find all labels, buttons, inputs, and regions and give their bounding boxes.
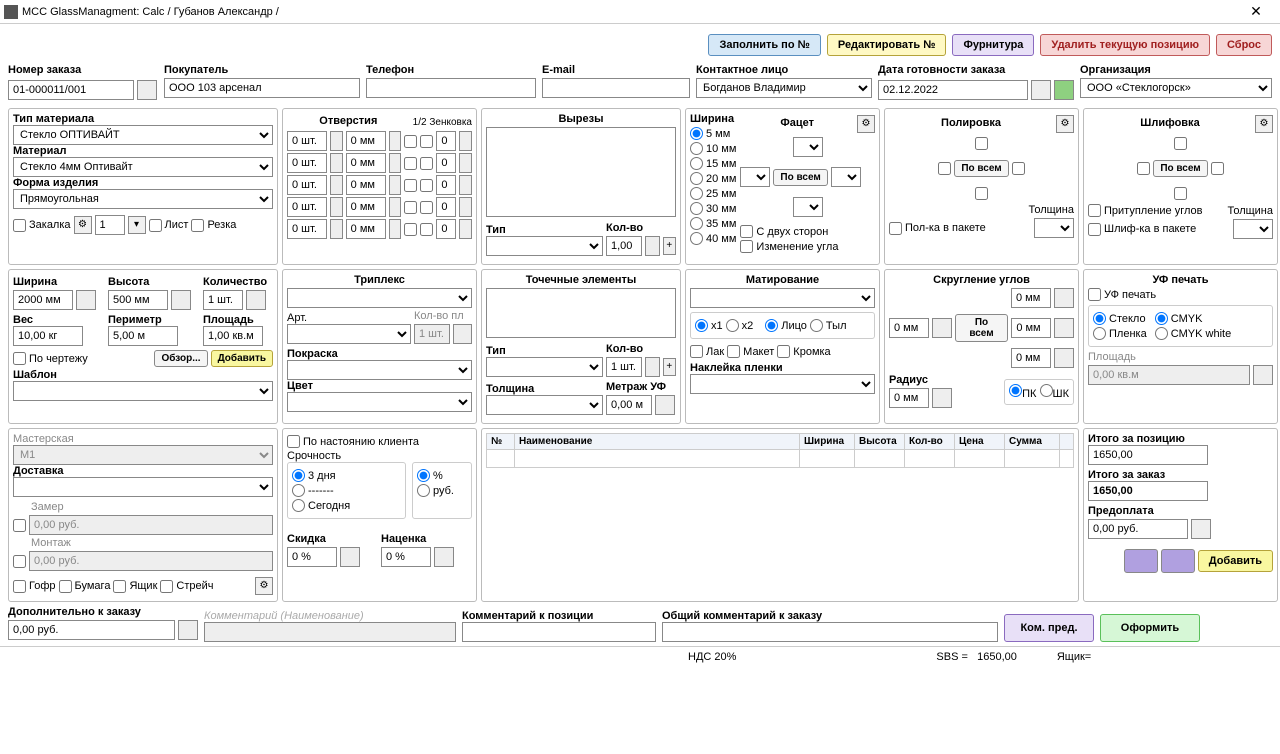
sheet-chk[interactable]	[149, 219, 162, 232]
delete-position-button[interactable]: Удалить текущую позицию	[1040, 34, 1210, 56]
pos-comment[interactable]	[462, 622, 656, 642]
order-comment[interactable]	[662, 622, 998, 642]
cuts-title: Вырезы	[486, 113, 676, 125]
cut-chk[interactable]	[191, 219, 204, 232]
org-select[interactable]: ООО «Стеклогорск»	[1080, 78, 1272, 98]
mat-label: Материал	[13, 145, 67, 157]
reset-button[interactable]: Сброс	[1216, 34, 1272, 56]
status-nds: НДС 20%	[688, 651, 736, 663]
fittings-button[interactable]: Фурнитура	[952, 34, 1034, 56]
edit-no-button[interactable]: Редактировать №	[827, 34, 947, 56]
order-no-label: Номер заказа	[8, 64, 158, 76]
shape-select[interactable]: Прямоугольная	[13, 189, 273, 209]
items-table[interactable]: № Наименование Ширина Высота Кол-во Цена…	[486, 433, 1074, 468]
stepper-icon[interactable]: ▾	[128, 216, 146, 234]
date-btn[interactable]	[1031, 80, 1051, 100]
template-select[interactable]	[13, 381, 273, 401]
cuts-area[interactable]	[486, 127, 676, 217]
phone-input[interactable]	[366, 78, 536, 98]
type-select[interactable]: Стекло ОПТИВАЙТ	[13, 125, 273, 145]
triplex-select[interactable]	[287, 288, 472, 308]
close-icon[interactable]: ✕	[1236, 3, 1276, 20]
submit-button[interactable]: Оформить	[1100, 614, 1200, 642]
add-total-button[interactable]: Добавить	[1198, 550, 1273, 572]
browse-button[interactable]: Обзор...	[154, 350, 207, 367]
phone-label: Телефон	[366, 64, 536, 76]
ready-label: Дата готовности заказа	[878, 64, 1074, 76]
ready-input[interactable]	[878, 80, 1028, 100]
h1-mm[interactable]	[346, 131, 386, 151]
h1-qty[interactable]	[287, 131, 327, 151]
grind-icon[interactable]: ⚙	[1255, 115, 1273, 133]
org-label: Организация	[1080, 64, 1272, 76]
order-no-input[interactable]	[8, 80, 134, 100]
type-label: Тип материала	[13, 113, 94, 125]
temper-chk[interactable]	[13, 219, 26, 232]
offer-button[interactable]: Ком. пред.	[1004, 614, 1094, 642]
contact-label: Контактное лицо	[696, 64, 872, 76]
facet-icon[interactable]: ⚙	[857, 115, 875, 133]
contact-select[interactable]: Богданов Владимир	[696, 78, 872, 98]
status-box: Ящик=	[1057, 651, 1091, 663]
calc-icon[interactable]: ⚙	[74, 216, 92, 234]
action1-button[interactable]	[1124, 549, 1158, 573]
fill-by-no-button[interactable]: Заполнить по №	[708, 34, 820, 56]
pack-icon[interactable]: ⚙	[255, 577, 273, 595]
add-button[interactable]: Добавить	[211, 350, 273, 367]
email-input[interactable]	[542, 78, 690, 98]
total-pos[interactable]	[1088, 445, 1208, 465]
window-icon	[4, 5, 18, 19]
shape-label: Форма изделия	[13, 177, 98, 189]
order-no-btn[interactable]	[137, 80, 157, 100]
total-order[interactable]	[1088, 481, 1208, 501]
action2-button[interactable]	[1161, 549, 1195, 573]
email-label: E-mail	[542, 64, 690, 76]
table-row	[487, 450, 1074, 468]
status-indicator[interactable]	[1054, 80, 1074, 100]
cuts-type[interactable]	[486, 236, 603, 256]
temper-qty[interactable]	[95, 215, 125, 235]
window-title: MCC GlassManagment: Calc / Губанов Алекс…	[22, 6, 1236, 18]
holes-title: Отверстия	[287, 115, 410, 127]
polish-icon[interactable]: ⚙	[1056, 115, 1074, 133]
buyer-input[interactable]	[164, 78, 360, 98]
plus-icon[interactable]: +	[663, 237, 676, 255]
mat-select[interactable]: Стекло 4мм Оптивайт	[13, 157, 273, 177]
buyer-label: Покупатель	[164, 64, 360, 76]
